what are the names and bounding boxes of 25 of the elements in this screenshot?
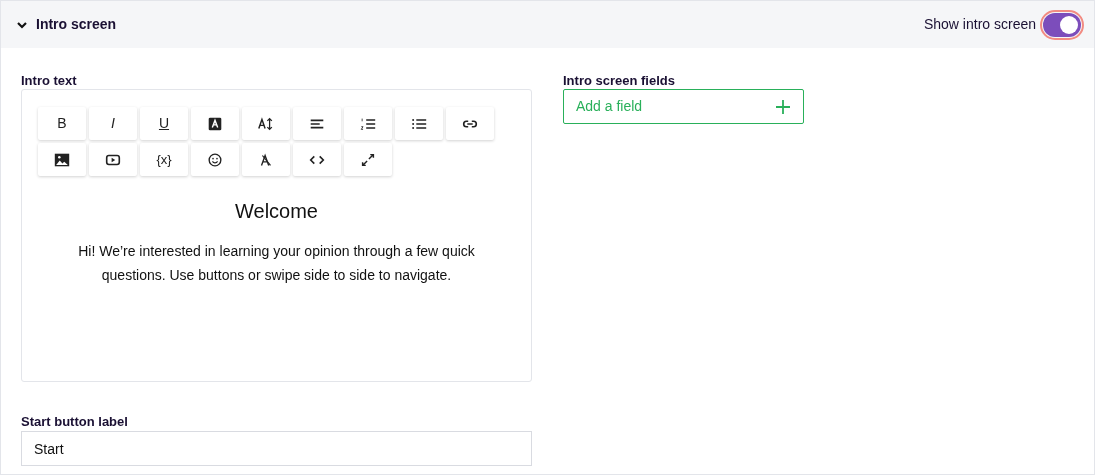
editor-paragraph: Hi! We’re interested in learning your opinion through a few quick questions. Use buttons or swipe side to side to navigate.	[77, 242, 476, 285]
plus-icon	[775, 98, 791, 115]
toolbar-button[interactable]	[395, 107, 443, 140]
toolbar-button[interactable]	[242, 107, 290, 140]
field-label: Intro text	[21, 72, 78, 89]
toolbar-button[interactable]	[191, 107, 239, 140]
toolbar-button[interactable]: I	[89, 107, 137, 140]
toolbar-button[interactable]	[191, 143, 239, 176]
toggle-switch[interactable]	[1040, 9, 1084, 40]
field-label: Start button label	[21, 413, 129, 431]
toolbar-button[interactable]: U	[140, 107, 188, 140]
toolbar-button[interactable]	[89, 143, 137, 176]
editor-heading: Welcome	[234, 199, 319, 224]
section-title: Intro screen	[36, 15, 117, 34]
field-label: Intro screen fields	[563, 72, 676, 89]
text-input[interactable]: Start	[21, 431, 532, 466]
toolbar-button[interactable]	[242, 143, 290, 176]
toolbar-button[interactable]	[446, 107, 494, 140]
toggle-label: Show intro screen	[923, 15, 1036, 34]
toolbar-button[interactable]	[344, 107, 392, 140]
toolbar-button[interactable]: B	[38, 107, 86, 140]
toolbar-button[interactable]	[293, 107, 341, 140]
toolbar-button[interactable]: {x}	[140, 143, 188, 176]
editor-box[interactable]: B I U {x} Welcome Hi! We’re interested in learning your opinion through a few quick questions. Use buttons or swipe side to side to navigate.	[21, 89, 532, 382]
toolbar-button[interactable]	[38, 143, 86, 176]
